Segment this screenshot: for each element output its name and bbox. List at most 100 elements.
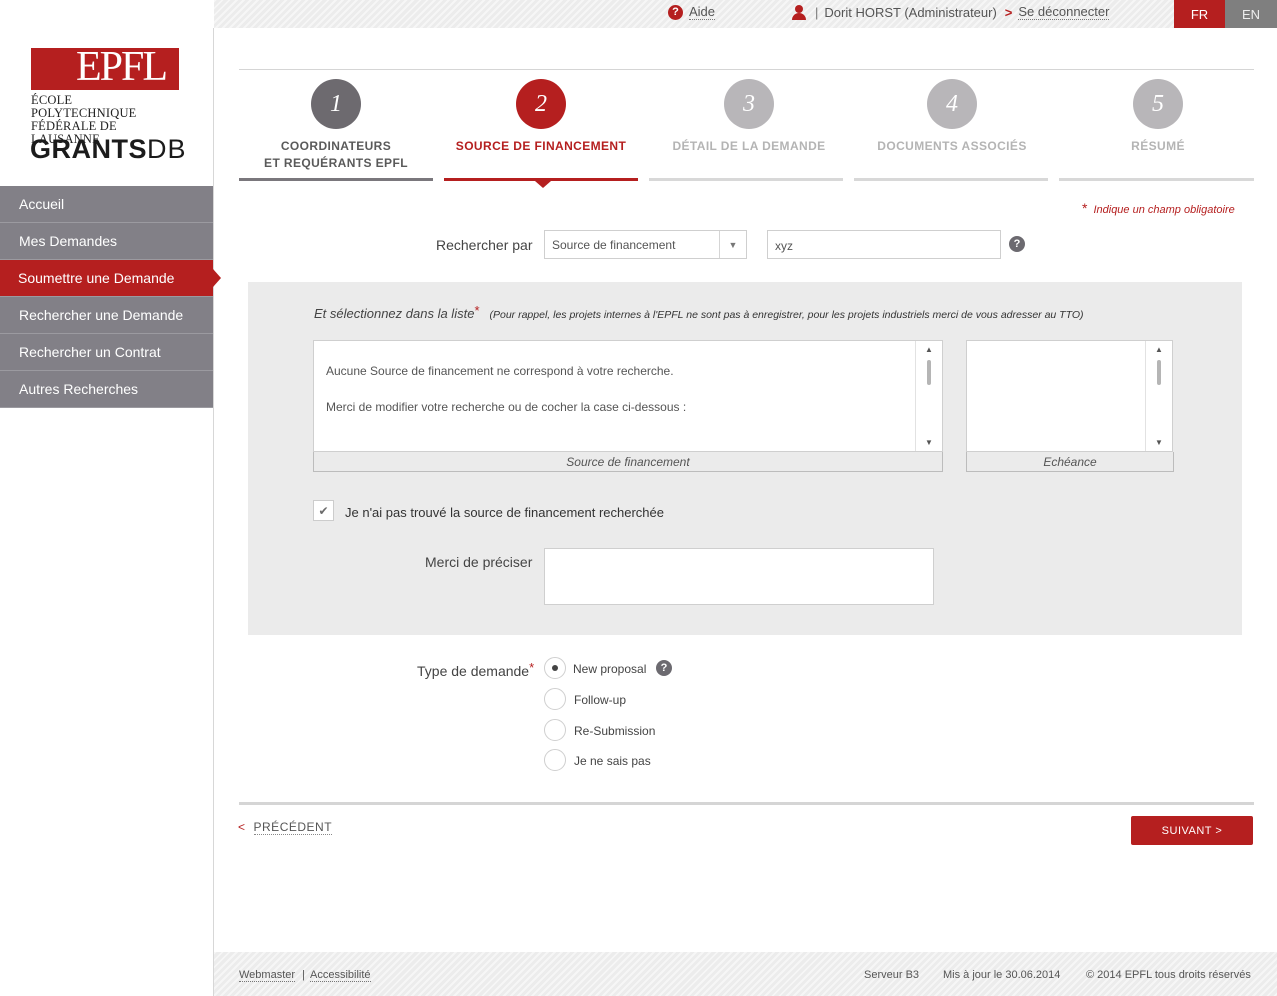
- sidebar-item-autres-recherches[interactable]: Autres Recherches: [0, 371, 213, 408]
- select-list-title: Et sélectionnez dans la liste: [314, 306, 475, 321]
- required-star-icon: *: [474, 303, 480, 318]
- step-4[interactable]: 4 DOCUMENTS ASSOCIÉS: [855, 79, 1049, 155]
- app-logo-part1: GRANTS: [30, 134, 147, 164]
- request-type-help-icon[interactable]: ?: [656, 660, 672, 676]
- required-star-icon: *: [529, 660, 535, 675]
- top-bar-left: [0, 0, 214, 28]
- search-by-select[interactable]: Source de financement ▼: [544, 230, 747, 259]
- scroll-up-icon[interactable]: ▲: [1155, 345, 1163, 354]
- previous-button[interactable]: < PRÉCÉDENT: [238, 820, 333, 835]
- precise-textarea[interactable]: [544, 548, 934, 605]
- request-type-label: Type de demande*: [417, 660, 534, 679]
- app-logo-part2: DB: [147, 134, 187, 164]
- list-hint-message: Merci de modifier votre recherche ou de …: [326, 400, 687, 414]
- user-icon: [792, 4, 806, 20]
- step-3[interactable]: 3 DÉTAIL DE LA DEMANDE: [652, 79, 846, 155]
- step-5-number: 5: [1133, 79, 1183, 129]
- required-note-text: Indique un champ obligatoire: [1093, 204, 1235, 216]
- lang-fr-button[interactable]: FR: [1174, 0, 1225, 28]
- step-5-label: RÉSUMÉ: [1131, 139, 1185, 153]
- step-3-label: DÉTAIL DE LA DEMANDE: [672, 139, 826, 153]
- required-star-icon: *: [1082, 200, 1088, 216]
- funding-source-caption: Source de financement: [313, 452, 943, 472]
- help-label: Aide: [689, 4, 716, 20]
- deadline-list[interactable]: ▲ ▼: [966, 340, 1173, 452]
- chevron-left-icon: <: [238, 820, 246, 834]
- step-2-number: 2: [516, 79, 566, 129]
- scroll-down-icon[interactable]: ▼: [1155, 438, 1163, 447]
- scroll-down-icon[interactable]: ▼: [925, 438, 933, 447]
- step-1-number: 1: [311, 79, 361, 129]
- next-button[interactable]: SUIVANT >: [1131, 816, 1253, 845]
- server-info: Serveur B3: [864, 969, 920, 981]
- last-updated: Mis à jour le 30.06.2014: [943, 969, 1061, 981]
- step-4-underline: [854, 178, 1048, 181]
- scrollbar-thumb[interactable]: [1157, 360, 1161, 385]
- help-icon: ?: [668, 4, 683, 20]
- help-link[interactable]: ? Aide: [668, 4, 716, 20]
- select-list-intro: Et sélectionnez dans la liste* (Pour rapp…: [314, 303, 1083, 321]
- source-not-found-checkbox[interactable]: ✔: [313, 500, 334, 521]
- radio-resubmission[interactable]: [544, 719, 566, 741]
- step-1-underline: [239, 178, 433, 181]
- request-type-label-text: Type de demande: [417, 663, 530, 679]
- step-5[interactable]: 5 RÉSUMÉ: [1061, 79, 1255, 155]
- accessibility-link[interactable]: Accessibilité: [310, 969, 371, 982]
- user-separator: |: [815, 4, 819, 20]
- step-1[interactable]: 1 COORDINATEURS ET REQUÉRANTS EPFL: [239, 79, 433, 172]
- sidebar-item-accueil[interactable]: Accueil: [0, 186, 213, 223]
- step-4-number: 4: [927, 79, 977, 129]
- step-2-label: SOURCE DE FINANCEMENT: [455, 139, 627, 153]
- source-not-found-label: Je n'ai pas trouvé la source de financem…: [345, 505, 665, 520]
- chevron-down-icon: ▼: [719, 231, 746, 258]
- search-by-select-value: Source de financement: [552, 238, 676, 252]
- webmaster-link[interactable]: Webmaster: [239, 969, 296, 982]
- scrollbar-thumb[interactable]: [927, 360, 931, 385]
- user-info: | Dorit HORST (Administrateur) > Se déco…: [792, 4, 1110, 20]
- lang-en-button[interactable]: EN: [1225, 0, 1277, 28]
- step-3-number: 3: [724, 79, 774, 129]
- deadline-scrollbar[interactable]: ▲ ▼: [1145, 341, 1172, 451]
- scroll-up-icon[interactable]: ▲: [925, 345, 933, 354]
- funding-source-list[interactable]: Aucune Source de financement ne correspo…: [313, 340, 943, 452]
- logout-arrow-icon: >: [1004, 4, 1013, 20]
- step-2[interactable]: 2 SOURCE DE FINANCEMENT: [444, 79, 638, 155]
- search-help-icon[interactable]: ?: [1009, 236, 1025, 252]
- copyright: © 2014 EPFL tous droits réservés: [1086, 969, 1251, 981]
- app-logo[interactable]: GRANTSDB: [30, 134, 187, 165]
- sidebar: EPFL ÉCOLE POLYTECHNIQUE FÉDÉRALE DE LAU…: [0, 28, 221, 996]
- radio-unknown[interactable]: [544, 749, 566, 771]
- previous-label: PRÉCÉDENT: [253, 820, 333, 835]
- required-field-note: * Indique un champ obligatoire: [1082, 200, 1235, 216]
- selection-panel: Et sélectionnez dans la liste* (Pour rapp…: [248, 282, 1242, 635]
- logout-link[interactable]: Se déconnecter: [1018, 4, 1110, 20]
- form-bottom-divider: [239, 802, 1254, 805]
- school-name-line1: ÉCOLE POLYTECHNIQUE: [31, 93, 137, 120]
- step-5-underline: [1059, 178, 1254, 181]
- radio-resubmission-label: Re-Submission: [574, 724, 656, 738]
- sidebar-item-mes-demandes[interactable]: Mes Demandes: [0, 223, 213, 260]
- precise-label: Merci de préciser: [425, 554, 533, 570]
- radio-follow-up-label: Follow-up: [574, 693, 627, 707]
- search-by-label: Rechercher par: [436, 237, 533, 253]
- radio-new-proposal[interactable]: [544, 657, 566, 679]
- user-name: Dorit HORST (Administrateur): [824, 4, 997, 20]
- radio-unknown-label: Je ne sais pas: [574, 754, 651, 768]
- search-input[interactable]: xyz: [767, 230, 1001, 259]
- sidebar-item-soumettre-demande[interactable]: Soumettre une Demande: [0, 260, 221, 297]
- epfl-logo-letters: EPFL: [76, 44, 168, 90]
- step-3-underline: [649, 178, 843, 181]
- sidebar-item-rechercher-contrat[interactable]: Rechercher un Contrat: [0, 334, 213, 371]
- select-list-note: (Pour rappel, les projets internes à l'E…: [489, 309, 1084, 321]
- checkmark-icon: ✔: [318, 503, 329, 518]
- footer-separator: |: [302, 969, 305, 981]
- funding-source-scrollbar[interactable]: ▲ ▼: [915, 341, 942, 451]
- step-1-label: COORDINATEURS ET REQUÉRANTS EPFL: [239, 138, 433, 172]
- step-2-underline: [444, 178, 638, 188]
- footer: Webmaster | Accessibilité Serveur B3 Mis…: [214, 952, 1277, 996]
- step-4-label: DOCUMENTS ASSOCIÉS: [877, 139, 1027, 153]
- epfl-logo[interactable]: EPFL ÉCOLE POLYTECHNIQUE FÉDÉRALE DE LAU…: [31, 44, 181, 146]
- radio-follow-up[interactable]: [544, 688, 566, 710]
- sidebar-item-rechercher-demande[interactable]: Rechercher une Demande: [0, 297, 213, 334]
- step-1-label-line1: COORDINATEURS: [280, 139, 392, 153]
